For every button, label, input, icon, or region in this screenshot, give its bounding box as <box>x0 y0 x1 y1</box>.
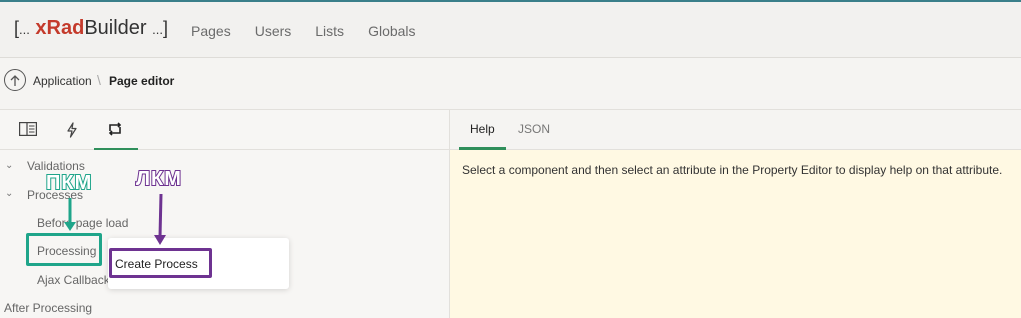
purple-arrow-icon <box>154 193 166 245</box>
green-arrow-icon <box>64 198 76 231</box>
annotation-arrows <box>64 193 166 245</box>
